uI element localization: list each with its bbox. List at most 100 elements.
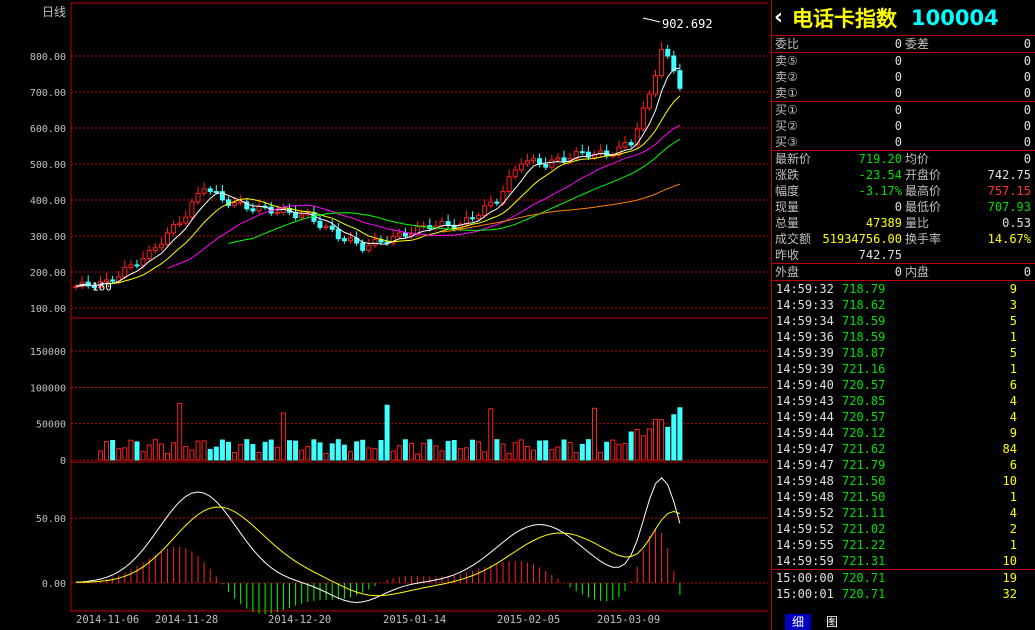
tick-price: 721.22 bbox=[842, 538, 886, 552]
tick-row[interactable]: 14:59:47 721.62 84 bbox=[772, 441, 1035, 457]
volume-bar bbox=[378, 439, 384, 461]
sell-price: 0 bbox=[894, 54, 902, 68]
volume-bar bbox=[415, 453, 421, 461]
quote-panel: ‹ 电话卡指数 100004 委比 0 委差 0 卖⑤ 0 0 卖② 0 0 卖① 0 0 买① 0 0 买② 0… bbox=[771, 0, 1035, 630]
buy-row: 买② 0 0 bbox=[772, 118, 1035, 134]
buy-vol: 0 bbox=[1023, 103, 1031, 117]
candle-body bbox=[274, 211, 280, 214]
tick-row[interactable]: 14:59:43 720.85 4 bbox=[772, 393, 1035, 409]
tick-row[interactable]: 14:59:36 718.59 1 bbox=[772, 329, 1035, 345]
tick-row[interactable]: 14:59:48 721.50 10 bbox=[772, 473, 1035, 489]
tick-volume: 10 bbox=[1002, 474, 1017, 488]
volume-bar bbox=[299, 449, 305, 461]
stat-row: 幅度 -3.17% 最高价 757.15 bbox=[772, 183, 1035, 199]
tick-price: 720.12 bbox=[842, 426, 886, 440]
tick-volume: 9 bbox=[1009, 282, 1017, 296]
tick-row[interactable]: 15:00:00 720.71 19 bbox=[772, 569, 1035, 586]
volume-bar bbox=[104, 440, 109, 461]
tick-row[interactable]: 14:59:34 718.59 5 bbox=[772, 313, 1035, 329]
candle-body bbox=[579, 151, 585, 154]
candle-body bbox=[140, 258, 146, 267]
volume-bar bbox=[335, 439, 341, 461]
tick-row[interactable]: 14:59:33 718.62 3 bbox=[772, 297, 1035, 313]
tick-row[interactable]: 14:59:44 720.12 9 bbox=[772, 425, 1035, 441]
volume-bar bbox=[360, 439, 366, 461]
volume-bar bbox=[543, 440, 549, 461]
stat-row: 现量 0 最低价 707.93 bbox=[772, 199, 1035, 215]
candle-body bbox=[207, 188, 213, 192]
candle-body bbox=[476, 214, 482, 220]
volume-bar bbox=[140, 451, 146, 461]
kline-chart[interactable]: 日线 100.00 200.00 300.00 400.00 500.00 600.00 70… bbox=[0, 0, 770, 630]
low-annotation: 160 bbox=[92, 280, 112, 293]
tick-row[interactable]: 14:59:48 721.50 1 bbox=[772, 489, 1035, 505]
volume-bar bbox=[152, 439, 158, 461]
volume-bar bbox=[317, 442, 323, 461]
tick-volume: 3 bbox=[1009, 298, 1017, 312]
tick-row[interactable]: 14:59:44 720.57 4 bbox=[772, 409, 1035, 425]
tick-row[interactable]: 14:59:59 721.31 10 bbox=[772, 553, 1035, 569]
tick-volume: 84 bbox=[1002, 442, 1017, 456]
tick-volume: 1 bbox=[1009, 538, 1017, 552]
candle-body bbox=[561, 157, 567, 162]
tick-list[interactable]: 14:59:32 718.79 9 14:59:33 718.62 3 14:59:34 71… bbox=[772, 280, 1035, 602]
stat-row: 最新价 719.20 均价 0 bbox=[772, 150, 1035, 167]
sell-vol: 0 bbox=[1023, 54, 1031, 68]
volume-bar bbox=[634, 429, 640, 461]
waipan-row-value: 0 bbox=[894, 265, 902, 279]
x-date-label: 2015-02-05 bbox=[497, 614, 560, 626]
tick-volume: 5 bbox=[1009, 314, 1017, 328]
kline-chart-area[interactable]: 日线 100.00 200.00 300.00 400.00 500.00 600.00 70… bbox=[0, 0, 770, 630]
volume-bar bbox=[238, 443, 244, 461]
volume-bar bbox=[671, 414, 677, 461]
candle-body bbox=[622, 142, 628, 148]
tick-row[interactable]: 14:59:55 721.22 1 bbox=[772, 537, 1035, 553]
volume-bar bbox=[354, 441, 360, 461]
price-tick-label: 500.00 bbox=[30, 160, 66, 171]
volume-bar bbox=[549, 448, 555, 461]
candle-body bbox=[628, 142, 634, 146]
volume-bar bbox=[470, 439, 475, 461]
volume-bar bbox=[445, 440, 451, 461]
volume-tick-label: 50000 bbox=[36, 420, 66, 431]
tick-row[interactable]: 14:59:47 721.79 6 bbox=[772, 457, 1035, 473]
candle-body bbox=[329, 225, 335, 230]
back-arrow-icon[interactable]: ‹ bbox=[774, 5, 788, 30]
tick-row[interactable]: 14:59:52 721.02 2 bbox=[772, 521, 1035, 537]
tick-row[interactable]: 14:59:39 718.87 5 bbox=[772, 345, 1035, 361]
volume-bar bbox=[305, 445, 311, 461]
tick-volume: 10 bbox=[1002, 554, 1017, 568]
tick-row[interactable]: 14:59:52 721.11 4 bbox=[772, 505, 1035, 521]
tab-detail[interactable]: 细 bbox=[785, 614, 811, 630]
waipan-row-label: 外盘 bbox=[775, 265, 800, 279]
buy-row: 买① 0 0 bbox=[772, 101, 1035, 118]
macd-tick-label: 0.00 bbox=[42, 579, 66, 590]
volume-bar bbox=[640, 435, 646, 461]
stat-label2: 最低价 bbox=[905, 200, 942, 214]
volume-bar bbox=[226, 441, 231, 461]
panel-tabs[interactable]: 细图 bbox=[771, 612, 1035, 630]
candle-body bbox=[494, 201, 500, 204]
tick-time: 14:59:34 bbox=[776, 314, 834, 328]
volume-bar bbox=[494, 439, 500, 461]
macd-tick-label: 50.00 bbox=[36, 514, 66, 525]
tick-row[interactable]: 14:59:39 721.16 1 bbox=[772, 361, 1035, 377]
tab-chart[interactable]: 图 bbox=[819, 614, 845, 630]
sell-price: 0 bbox=[894, 86, 902, 100]
buy-price: 0 bbox=[894, 103, 902, 117]
candle-body bbox=[183, 216, 189, 224]
tick-row[interactable]: 15:00:01 720.71 32 bbox=[772, 586, 1035, 602]
stat-row: 总量 47389 量比 0.53 bbox=[772, 215, 1035, 231]
volume-bar bbox=[97, 450, 103, 461]
volume-bar bbox=[165, 452, 170, 461]
tick-time: 14:59:40 bbox=[776, 378, 834, 392]
tick-volume: 1 bbox=[1009, 362, 1017, 376]
tick-volume: 4 bbox=[1009, 394, 1017, 408]
candle-body bbox=[134, 264, 140, 267]
tick-row[interactable]: 14:59:32 718.79 9 bbox=[772, 281, 1035, 297]
tick-time: 14:59:48 bbox=[776, 490, 834, 504]
tick-row[interactable]: 14:59:40 720.57 6 bbox=[772, 377, 1035, 393]
stat-value2: 707.93 bbox=[987, 200, 1031, 214]
volume-bar bbox=[122, 447, 128, 461]
macd-line bbox=[76, 506, 681, 597]
